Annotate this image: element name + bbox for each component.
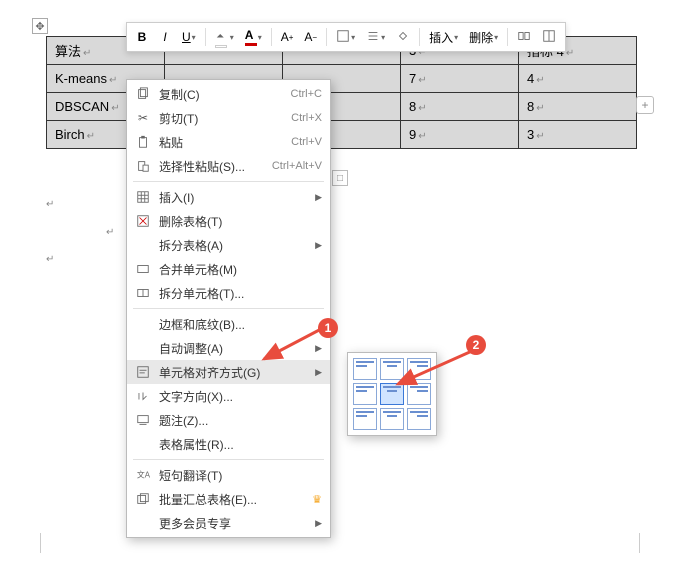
font-color-icon: A (245, 28, 257, 46)
ctx-text-direction[interactable]: I 文字方向(X)... (127, 384, 330, 408)
font-increase-button[interactable]: A+ (277, 26, 298, 48)
annotation-bubble-2: 2 (466, 335, 486, 355)
ctx-more-premium[interactable]: 更多会员专享 ▶ (127, 511, 330, 535)
insert-dropdown[interactable]: 插入▾ (425, 26, 462, 48)
svg-text:文A: 文A (137, 470, 150, 480)
align-bottom-right[interactable] (407, 408, 431, 430)
align-top-left[interactable] (353, 358, 377, 380)
align-middle-right[interactable] (407, 383, 431, 405)
align-middle-left[interactable] (353, 383, 377, 405)
chevron-right-icon: ▶ (315, 192, 322, 203)
underline-button[interactable]: U▾ (178, 26, 200, 48)
text-direction-icon: I (133, 386, 153, 406)
delete-table-icon (133, 211, 153, 231)
ctx-table-properties[interactable]: 表格属性(R)... (127, 432, 330, 456)
shading-button[interactable] (392, 26, 414, 48)
paragraph-mark: ↵ (46, 199, 54, 210)
chevron-right-icon: ▶ (315, 343, 322, 354)
page-margin-marks (40, 533, 640, 553)
ctx-borders-shading[interactable]: 边框和底纹(B)... (127, 312, 330, 336)
merge-cells-icon (133, 259, 153, 279)
cut-icon: ✂ (133, 108, 153, 128)
font-decrease-button[interactable]: A− (300, 26, 321, 48)
delete-dropdown[interactable]: 删除▾ (465, 26, 502, 48)
ctx-insert[interactable]: 插入(I) ▶ (127, 185, 330, 209)
ctx-batch-tables[interactable]: 批量汇总表格(E)... ♛ (127, 487, 330, 511)
copy-icon (133, 84, 153, 104)
align-icon (133, 362, 153, 382)
paragraph-mark: ↵ (106, 227, 114, 238)
autofit-icon (542, 29, 556, 46)
svg-text:I: I (138, 392, 140, 402)
align-icon (366, 29, 380, 46)
align-bottom-center[interactable] (380, 408, 404, 430)
ctx-cut[interactable]: ✂ 剪切(T) Ctrl+X (127, 106, 330, 130)
highlight-color-button[interactable]: ▾ (211, 26, 238, 48)
align-top-center[interactable] (380, 358, 404, 380)
border-button[interactable]: ▾ (332, 26, 359, 48)
ctx-paste[interactable]: 粘贴 Ctrl+V (127, 130, 330, 154)
ctx-paste-special[interactable]: 选择性粘贴(S)... Ctrl+Alt+V (127, 154, 330, 178)
bucket-icon (396, 29, 410, 46)
ctx-cell-alignment[interactable]: 单元格对齐方式(G) ▶ (127, 360, 330, 384)
align-top-right[interactable] (407, 358, 431, 380)
ctx-merge-cells[interactable]: 合并单元格(M) (127, 257, 330, 281)
paste-special-icon (133, 156, 153, 176)
autofit-button[interactable] (538, 26, 560, 48)
paragraph-mark: ↵ (46, 254, 54, 265)
font-color-button[interactable]: A▾ (241, 26, 266, 48)
header-text: 算法 (55, 44, 81, 59)
merge-button[interactable] (513, 26, 535, 48)
cell-alignment-submenu (347, 352, 437, 436)
annotation-bubble-1: 1 (318, 318, 338, 338)
ctx-split-cells[interactable]: 拆分单元格(T)... (127, 281, 330, 305)
ctx-caption[interactable]: 题注(Z)... (127, 408, 330, 432)
border-icon (336, 29, 350, 46)
ctx-split-table[interactable]: 拆分表格(A) ▶ (127, 233, 330, 257)
caption-icon (133, 410, 153, 430)
chevron-right-icon: ▶ (315, 367, 322, 378)
table-resize-handle[interactable]: □ (332, 170, 348, 186)
ctx-copy[interactable]: 复制(C) Ctrl+C (127, 82, 330, 106)
table-move-handle[interactable]: ✥ (32, 18, 48, 34)
context-menu: 复制(C) Ctrl+C ✂ 剪切(T) Ctrl+X 粘贴 Ctrl+V 选择… (126, 79, 331, 538)
ctx-autofit[interactable]: 自动调整(A) ▶ (127, 336, 330, 360)
ctx-translate[interactable]: 文A 短句翻译(T) (127, 463, 330, 487)
translate-icon: 文A (133, 465, 153, 485)
merge-icon (517, 29, 531, 46)
batch-icon (133, 489, 153, 509)
mini-toolbar: B I U▾ ▾ A▾ A+ A− ▾ ▾ 插入▾ 删除▾ (126, 22, 566, 52)
italic-button[interactable]: I (155, 26, 175, 48)
align-middle-center[interactable] (380, 383, 404, 405)
insert-table-icon (133, 187, 153, 207)
premium-crown-icon: ♛ (312, 493, 322, 506)
highlight-icon (215, 27, 229, 48)
table-add-handle[interactable]: + (636, 96, 654, 114)
chevron-right-icon: ▶ (315, 518, 322, 529)
split-cells-icon (133, 283, 153, 303)
chevron-right-icon: ▶ (315, 240, 322, 251)
align-bottom-left[interactable] (353, 408, 377, 430)
align-button[interactable]: ▾ (362, 26, 389, 48)
ctx-delete-table[interactable]: 删除表格(T) (127, 209, 330, 233)
paste-icon (133, 132, 153, 152)
bold-button[interactable]: B (132, 26, 152, 48)
